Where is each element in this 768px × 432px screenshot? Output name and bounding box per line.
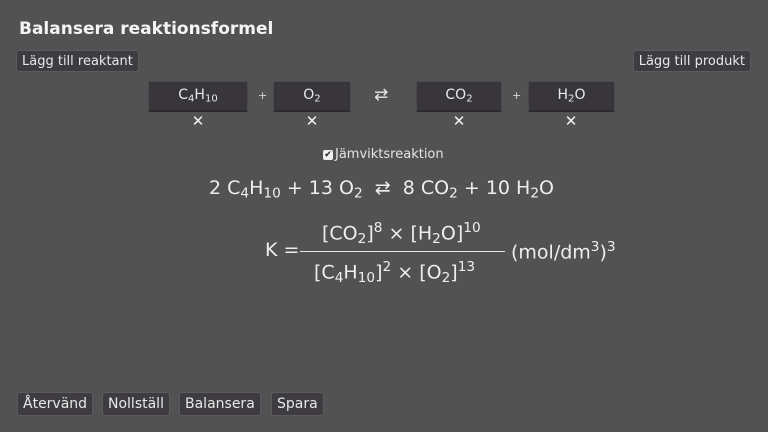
k-denominator: [C4H10]2 × [O2]13 [314,259,476,286]
species-text: CO2 [445,87,473,105]
plus-sign: + [512,89,522,102]
plus-sign: + [258,89,268,102]
remove-product-h2o-icon[interactable]: ✕ [561,112,581,130]
product-species-h2o[interactable]: H2O [528,81,615,112]
reset-button[interactable]: Nollställ [102,392,170,416]
product-species-co2[interactable]: CO2 [416,81,502,112]
equilibrium-arrow-icon: ⇄ [374,85,389,105]
save-button[interactable]: Spara [271,392,324,416]
remove-reactant-c4h10-icon[interactable]: ✕ [188,112,208,130]
species-text: H2O [557,87,586,105]
k-numerator: [CO2]8 × [H2O]10 [322,220,481,247]
balanced-equation: 2 C4H10 + 13 O2 ⇄ 8 CO2 + 10 H2O [209,177,555,202]
equilibrium-label: Jämviktsreaktion [335,147,444,162]
equilibrium-checkbox[interactable]: ✔ [323,149,333,160]
add-reactant-button[interactable]: Lägg till reaktant [16,50,139,72]
balance-button[interactable]: Balansera [179,392,261,416]
k-label: K = [265,239,300,261]
back-button[interactable]: Återvänd [17,392,94,416]
equilibrium-checkbox-row[interactable]: ✔ Jämviktsreaktion [323,147,444,162]
reactant-species-o2[interactable]: O2 [273,81,351,112]
species-text: O2 [303,87,321,105]
remove-product-co2-icon[interactable]: ✕ [449,112,469,130]
species-text: C4H10 [178,87,218,105]
page-title: Balansera reaktionsformel [19,19,274,39]
fraction-bar [300,251,505,252]
remove-reactant-o2-icon[interactable]: ✕ [302,112,322,130]
reactant-species-c4h10[interactable]: C4H10 [148,81,248,112]
k-unit: (mol/dm3)3 [511,239,616,264]
add-product-button[interactable]: Lägg till produkt [632,50,751,72]
